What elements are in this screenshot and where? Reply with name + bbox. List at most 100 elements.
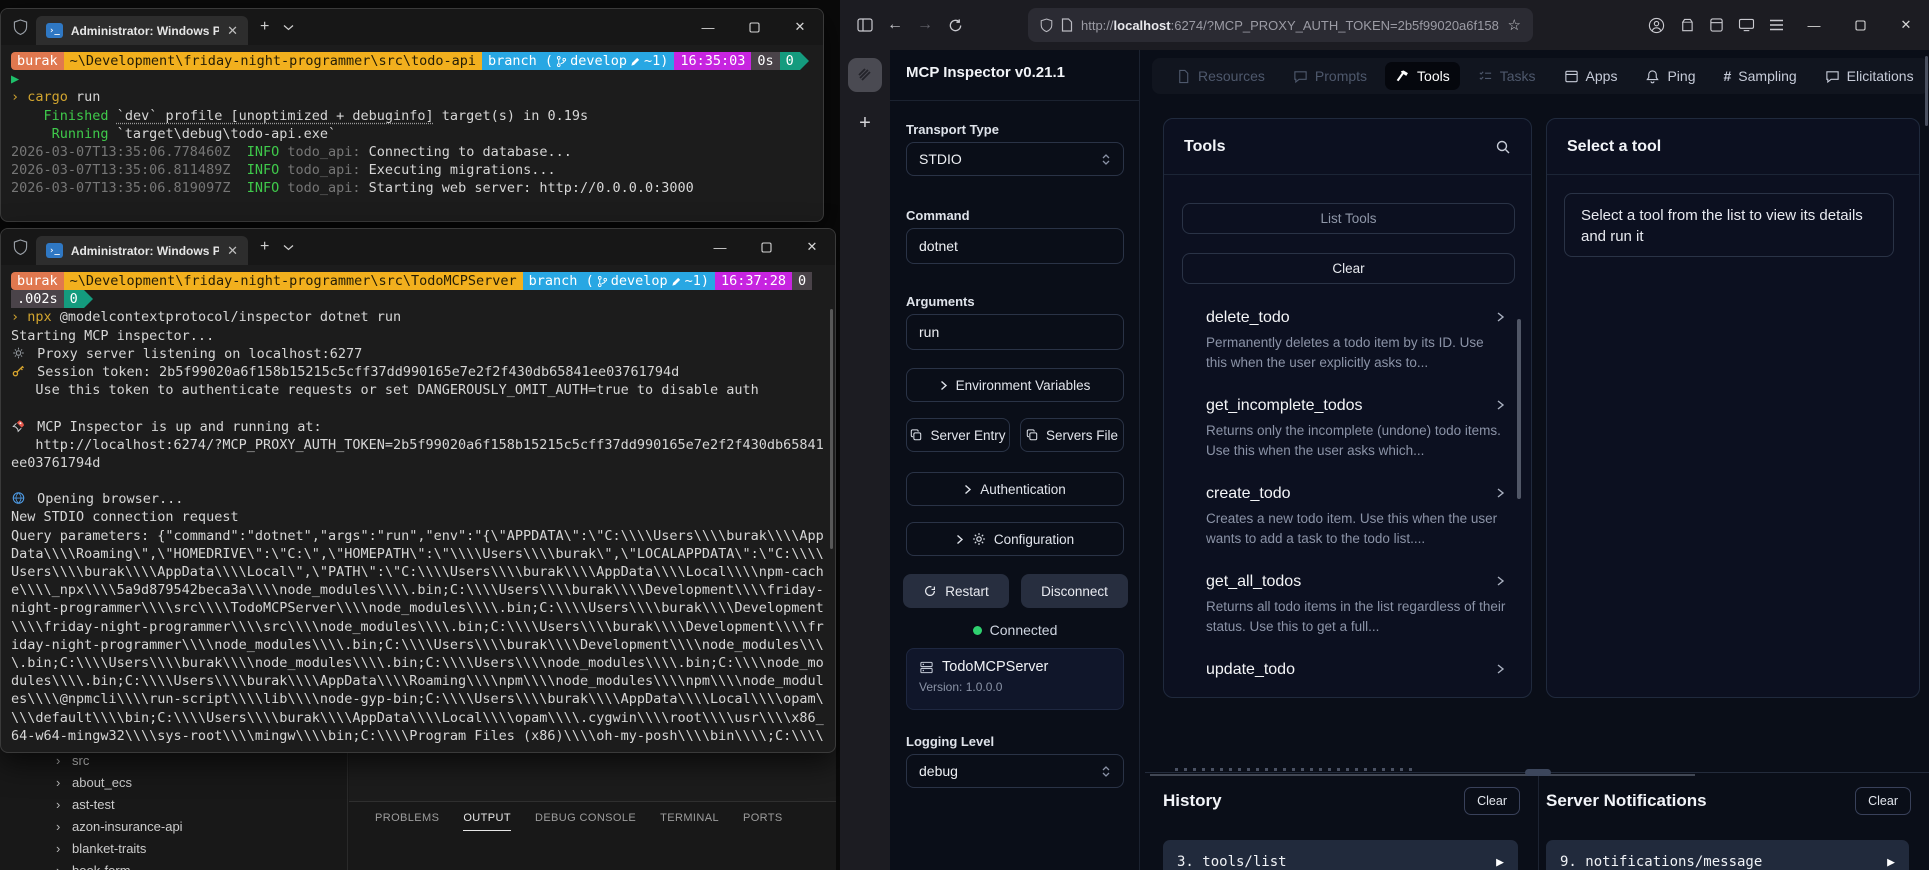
bottom-panel-divider bbox=[1538, 776, 1539, 870]
terminal-tab[interactable]: ›_ Administrator: Windows Pow ✕ bbox=[36, 236, 248, 265]
notifications-title: Server Notifications bbox=[1546, 791, 1707, 811]
tree-item-azon-insurance-api[interactable]: ›azon-insurance-api bbox=[56, 815, 183, 837]
vscode-editor-area: PROBLEMS OUTPUT DEBUG CONSOLE TERMINAL PORTS bbox=[349, 745, 836, 870]
tool-list-item[interactable]: get_incomplete_todosReturns only the inc… bbox=[1206, 397, 1505, 461]
nav-tab-label: Ping bbox=[1667, 68, 1695, 84]
tool-list-item[interactable]: create_todoCreates a new todo item. Use … bbox=[1206, 485, 1505, 549]
expand-play-icon[interactable]: ▶ bbox=[1496, 855, 1504, 870]
expand-play-icon[interactable]: ▶ bbox=[1887, 855, 1895, 870]
minimize-button[interactable]: — bbox=[1791, 0, 1837, 50]
panel-tab-ports[interactable]: PORTS bbox=[743, 812, 783, 831]
notification-item[interactable]: 9. notifications/message ▶ bbox=[1546, 840, 1909, 870]
active-tab-favicon[interactable] bbox=[848, 58, 882, 92]
inspector-nav: Resources Prompts Tools Tasks Apps Ping #Sampl… bbox=[1152, 58, 1929, 94]
tab-dropdown-icon[interactable] bbox=[283, 244, 294, 251]
new-tab-button[interactable]: + bbox=[848, 106, 882, 140]
tree-item-blanket-traits[interactable]: ›blanket-traits bbox=[56, 837, 183, 859]
arguments-input[interactable] bbox=[906, 314, 1124, 350]
panel-tab-problems[interactable]: PROBLEMS bbox=[375, 812, 439, 831]
maximize-button[interactable] bbox=[1837, 0, 1883, 50]
restart-button[interactable]: Restart bbox=[903, 574, 1009, 608]
tool-list-item[interactable]: get_all_todosReturns all todo items in t… bbox=[1206, 573, 1505, 637]
sidebar-toggle-icon[interactable] bbox=[850, 10, 880, 40]
close-button[interactable]: ✕ bbox=[1883, 0, 1929, 50]
tab-close-icon[interactable]: ✕ bbox=[227, 243, 238, 259]
bookmark-star-icon[interactable]: ☆ bbox=[1508, 16, 1521, 34]
history-clear-button[interactable]: Clear bbox=[1464, 787, 1520, 815]
tool-list-item[interactable]: update_todo bbox=[1206, 661, 1505, 679]
list-tools-button[interactable]: List Tools bbox=[1182, 203, 1515, 234]
devices-icon[interactable] bbox=[1731, 10, 1761, 40]
menu-icon[interactable] bbox=[1761, 10, 1791, 40]
extensions-icon[interactable] bbox=[1671, 10, 1701, 40]
terminal-titlebar[interactable]: ›_ Administrator: Windows Pow ✕ + — ✕ bbox=[1, 229, 835, 265]
server-notifications-panel: Server Notifications Clear 9. notificati… bbox=[1546, 787, 1929, 870]
clear-tools-button[interactable]: Clear bbox=[1182, 253, 1515, 284]
tree-item-book-form[interactable]: ›book-form bbox=[56, 859, 183, 870]
page-scrollbar[interactable] bbox=[1925, 56, 1928, 126]
server-entry-button[interactable]: Server Entry bbox=[906, 418, 1010, 452]
environment-variables-button[interactable]: Environment Variables bbox=[906, 368, 1124, 402]
close-button[interactable]: ✕ bbox=[777, 9, 823, 45]
authentication-button[interactable]: Authentication bbox=[906, 472, 1124, 506]
command-input[interactable] bbox=[906, 228, 1124, 264]
terminal-content[interactable]: burak ~\Development\friday-night-program… bbox=[1, 265, 835, 752]
panel-tab-terminal[interactable]: TERMINAL bbox=[660, 812, 719, 831]
nav-tab-elicitations[interactable]: Elicitations bbox=[1815, 62, 1924, 90]
maximize-button[interactable] bbox=[743, 229, 789, 265]
configuration-button[interactable]: Configuration bbox=[906, 522, 1124, 556]
account-icon[interactable] bbox=[1641, 10, 1671, 40]
terminal-titlebar[interactable]: ›_ Administrator: Windows Pow ✕ + — ✕ bbox=[1, 9, 823, 45]
nav-tab-tasks[interactable]: Tasks bbox=[1468, 62, 1546, 90]
disconnect-button[interactable]: Disconnect bbox=[1021, 574, 1128, 608]
logging-level-select[interactable]: debug bbox=[906, 754, 1124, 788]
servers-file-button[interactable]: Servers File bbox=[1020, 418, 1124, 452]
splitter-handle[interactable] bbox=[1525, 769, 1551, 776]
nav-tab-resources[interactable]: Resources bbox=[1166, 62, 1275, 90]
back-icon[interactable]: ← bbox=[880, 10, 910, 40]
maximize-button[interactable] bbox=[731, 9, 777, 45]
new-tab-button[interactable]: + bbox=[260, 238, 269, 256]
terminal-line: \\\default\\\\bin;C:\\\\Users\\\\burak\\… bbox=[11, 709, 825, 727]
tool-list-item[interactable]: delete_todoPermanently deletes a todo it… bbox=[1206, 309, 1505, 373]
reload-icon[interactable] bbox=[940, 10, 970, 40]
nav-tab-prompts[interactable]: Prompts bbox=[1283, 62, 1377, 90]
nav-tab-label: Tools bbox=[1417, 68, 1450, 84]
search-icon[interactable] bbox=[1495, 139, 1511, 155]
close-button[interactable]: ✕ bbox=[789, 229, 835, 265]
history-item[interactable]: 3. tools/list ▶ bbox=[1163, 840, 1518, 870]
logging-level-label: Logging Level bbox=[906, 734, 994, 749]
downloads-icon[interactable] bbox=[1701, 10, 1731, 40]
terminal-scrollbar[interactable] bbox=[830, 309, 833, 549]
tool-detail-panel: Select a tool Select a tool from the lis… bbox=[1546, 118, 1920, 698]
vscode-explorer: ›src›about_ecs›ast-test›azon-insurance-a… bbox=[0, 745, 348, 870]
transport-type-select[interactable]: STDIO bbox=[906, 142, 1124, 176]
tree-item-ast-test[interactable]: ›ast-test bbox=[56, 793, 183, 815]
minimize-button[interactable]: — bbox=[685, 9, 731, 45]
chevron-right-icon: › bbox=[56, 863, 66, 870]
url-text[interactable]: http://localhost:6274/?MCP_PROXY_AUTH_TO… bbox=[1081, 18, 1500, 33]
tools-list-scrollbar[interactable] bbox=[1517, 319, 1521, 499]
nav-tab-tools[interactable]: Tools bbox=[1385, 62, 1460, 90]
tab-close-icon[interactable]: ✕ bbox=[227, 23, 238, 39]
nav-tab-ping[interactable]: Ping bbox=[1635, 62, 1705, 90]
nav-tab-apps[interactable]: Apps bbox=[1554, 62, 1628, 90]
horizontal-scrollbar[interactable] bbox=[1150, 774, 1695, 776]
new-tab-button[interactable]: + bbox=[260, 18, 269, 36]
terminal-window-todo-api[interactable]: ›_ Administrator: Windows Pow ✕ + — ✕ bu… bbox=[0, 8, 824, 222]
terminal-tab[interactable]: ›_ Administrator: Windows Pow ✕ bbox=[36, 16, 248, 45]
mcp-inspector-app: MCP Inspector v0.21.1 Transport Type STD… bbox=[890, 50, 1929, 870]
terminal-content[interactable]: burak ~\Development\friday-night-program… bbox=[1, 45, 823, 205]
tab-dropdown-icon[interactable] bbox=[283, 24, 294, 31]
nav-tab-sampling[interactable]: #Sampling bbox=[1713, 62, 1806, 90]
inspector-sidebar: MCP Inspector v0.21.1 Transport Type STD… bbox=[890, 50, 1140, 870]
minimize-button[interactable]: — bbox=[697, 229, 743, 265]
address-bar[interactable]: http://localhost:6274/?MCP_PROXY_AUTH_TO… bbox=[1028, 8, 1533, 42]
terminal-window-mcp-inspector[interactable]: ›_ Administrator: Windows Pow ✕ + — ✕ bu… bbox=[0, 228, 836, 753]
page-icon bbox=[1061, 18, 1073, 32]
forward-icon[interactable]: → bbox=[910, 10, 940, 40]
notifications-clear-button[interactable]: Clear bbox=[1855, 787, 1911, 815]
panel-tab-output[interactable]: OUTPUT bbox=[463, 812, 511, 831]
tree-item-about_ecs[interactable]: ›about_ecs bbox=[56, 771, 183, 793]
panel-tab-debug-console[interactable]: DEBUG CONSOLE bbox=[535, 812, 636, 831]
